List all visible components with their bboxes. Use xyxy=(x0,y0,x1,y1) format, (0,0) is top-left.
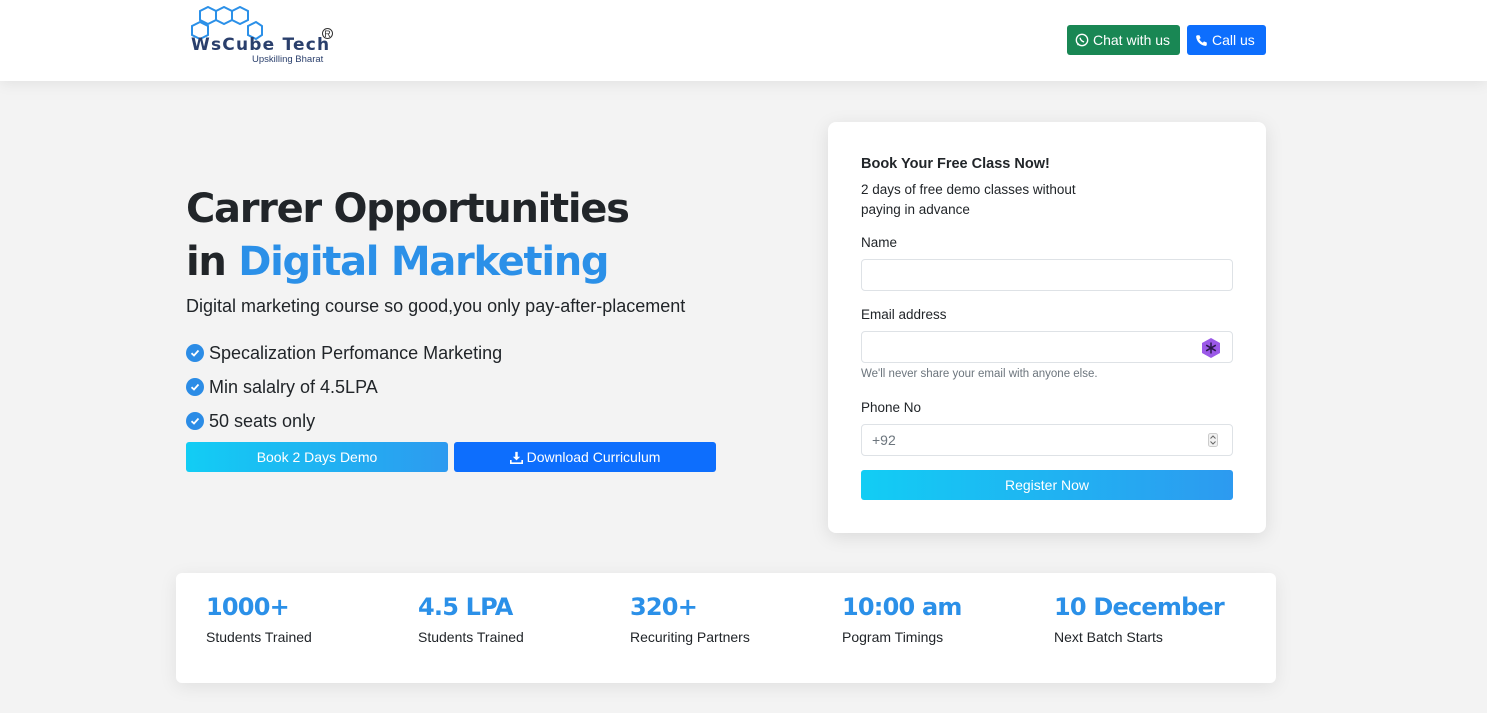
stat-value: 4.5 LPA xyxy=(418,593,513,621)
chat-with-us-button[interactable]: Chat with us xyxy=(1067,25,1180,55)
call-label: Call us xyxy=(1212,32,1255,48)
hero-title-line2: in Digital Marketing xyxy=(186,236,629,289)
download-icon xyxy=(509,451,523,464)
stat-item: 10 December Next Batch Starts xyxy=(1054,593,1225,645)
stat-label: Students Trained xyxy=(418,629,524,645)
book-demo-button[interactable]: Book 2 Days Demo xyxy=(186,442,448,472)
stats-bar: 1000+ Students Trained 4.5 LPA Students … xyxy=(176,573,1276,683)
download-label: Download Curriculum xyxy=(526,449,661,465)
hero-title-in: in xyxy=(186,239,239,285)
check-circle-icon xyxy=(186,412,204,430)
stat-value: 320+ xyxy=(630,593,698,621)
hero-title-accent: Digital Marketing xyxy=(238,239,609,285)
stat-label: Students Trained xyxy=(206,629,312,645)
name-input[interactable] xyxy=(861,259,1233,291)
stat-item: 10:00 am Pogram Timings xyxy=(842,593,962,645)
logo-brand: WsCube xyxy=(191,35,276,55)
logo-tagline: Upskilling Bharat xyxy=(252,54,324,65)
registered-mark: R xyxy=(322,28,333,39)
name-label: Name xyxy=(861,235,898,250)
check-circle-icon xyxy=(186,344,204,362)
stat-label: Next Batch Starts xyxy=(1054,629,1163,645)
stat-label: Recuriting Partners xyxy=(630,629,750,645)
hero-subtitle: Digital marketing course so good,you onl… xyxy=(186,296,686,316)
feature-list: Specalization Perfomance Marketing Min s… xyxy=(186,336,502,438)
site-header: WsCube Tech R Upskilling Bharat Chat wit… xyxy=(0,0,1487,81)
email-label: Email address xyxy=(861,307,947,322)
logo-brand-second: Tech xyxy=(282,35,331,55)
stat-value: 10 December xyxy=(1054,593,1225,621)
stat-value: 10:00 am xyxy=(842,593,962,621)
stat-label: Pogram Timings xyxy=(842,629,944,645)
download-curriculum-button[interactable]: Download Curriculum xyxy=(454,442,716,472)
spinner-icon[interactable] xyxy=(1208,433,1218,447)
logo-wordmark: WsCube Tech xyxy=(191,35,330,55)
hero-title-line1: Carrer Opportunities xyxy=(186,186,630,232)
email-input[interactable] xyxy=(861,331,1233,363)
extension-icon[interactable] xyxy=(1200,337,1222,359)
stat-item: 320+ Recuriting Partners xyxy=(630,593,750,645)
form-title: Book Your Free Class Now! xyxy=(861,156,1050,172)
feature-item: Min salalry of 4.5LPA xyxy=(186,370,502,404)
check-circle-icon xyxy=(186,378,204,396)
feature-item: Specalization Perfomance Marketing xyxy=(186,336,502,370)
phone-label: Phone No xyxy=(861,400,922,415)
register-now-button[interactable]: Register Now xyxy=(861,470,1233,500)
stat-value: 1000+ xyxy=(206,593,290,621)
feature-text: Min salalry of 4.5LPA xyxy=(209,376,378,397)
hero-title: Carrer Opportunities in Digital Marketin… xyxy=(186,183,630,289)
feature-text: Specalization Perfomance Marketing xyxy=(209,342,503,363)
chat-label: Chat with us xyxy=(1093,32,1171,48)
call-us-button[interactable]: Call us xyxy=(1187,25,1266,55)
phone-input[interactable]: +92 xyxy=(861,424,1233,456)
wscube-logo[interactable]: WsCube Tech R Upskilling Bharat xyxy=(188,6,338,68)
form-description: 2 days of free demo classes without payi… xyxy=(861,182,1076,217)
whatsapp-icon xyxy=(1075,33,1089,47)
stat-item: 4.5 LPA Students Trained xyxy=(418,593,524,645)
stat-item: 1000+ Students Trained xyxy=(206,593,312,645)
email-help-text: We'll never share your email with anyone… xyxy=(861,368,1098,380)
feature-text: 50 seats only xyxy=(209,410,316,431)
phone-icon xyxy=(1196,34,1207,46)
feature-item: 50 seats only xyxy=(186,404,502,438)
free-class-form: Book Your Free Class Now! 2 days of free… xyxy=(828,122,1266,533)
phone-value: +92 xyxy=(872,432,896,448)
